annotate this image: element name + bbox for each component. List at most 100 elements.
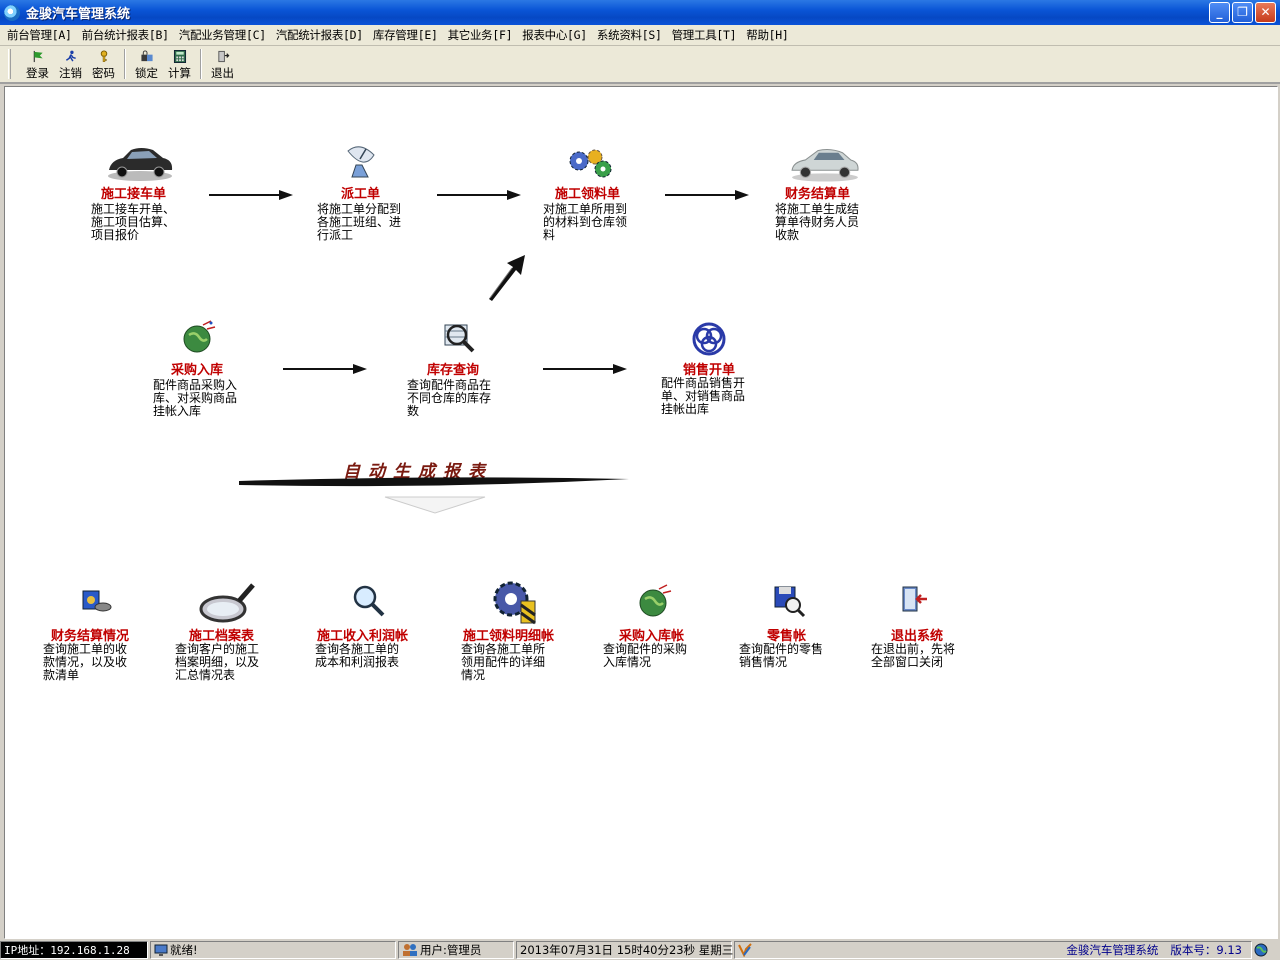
status-app-info: 金骏汽车管理系统 版本号：9.13 xyxy=(734,941,1252,959)
arrow-stock-to-material xyxy=(489,255,525,301)
window-title: 金骏汽车管理系统 xyxy=(26,7,131,22)
reception-title: 施工接车单 xyxy=(101,187,167,202)
arrow-reception-to-dispatch xyxy=(209,190,293,200)
auto-report-banner: 自动生成报表 xyxy=(235,451,635,517)
dispatch-title: 派工单 xyxy=(341,187,381,202)
toolbar-grip[interactable] xyxy=(8,49,11,79)
globe-icon xyxy=(183,320,216,353)
finance-desc: 查询施工单的收 款情况，以及收 款清单 xyxy=(43,642,128,682)
safe-icon xyxy=(82,590,112,612)
material-desc: 对施工单所用到 的材料到仓库领料 xyxy=(543,202,628,242)
status-globe xyxy=(1254,941,1270,959)
black-car-icon xyxy=(108,148,173,181)
magnifier-icon xyxy=(199,583,255,623)
logout-button[interactable]: 注销 xyxy=(54,47,87,81)
menu-bar: 前台管理[A] 前台统计报表[B] 汽配业务管理[C] 汽配统计报表[D] 库存… xyxy=(0,25,1280,46)
restore-button[interactable]: ❐ xyxy=(1232,2,1253,23)
toolbar-separator xyxy=(124,49,126,79)
node-settlement[interactable]: 财务结算单 将施工单生成结 算单待财务人员 收款 xyxy=(773,137,893,247)
node-dispatch[interactable]: 派工单 将施工单分配到 各施工班组、进 行派工 xyxy=(315,137,435,247)
window-controls: _ ❐ ✕ xyxy=(1209,2,1276,23)
app-logo-icon xyxy=(4,4,20,21)
key-icon xyxy=(100,50,107,62)
node-reception[interactable]: 施工接车单 施工接车开单、 施工项目估算、 项目报价 xyxy=(89,137,209,247)
report-archive[interactable]: 施工档案表 查询客户的施工 档案明细，以及 汇总情况表 xyxy=(173,581,293,691)
globe-icon xyxy=(639,584,672,617)
toolbar-separator-2 xyxy=(200,49,202,79)
report-profit[interactable]: 施工收入利润帐 查询各施工单的 成本和利润报表 xyxy=(313,583,433,693)
banner-swoosh xyxy=(239,477,629,514)
node-purchase[interactable]: 采购入库 配件商品采购入 库、对采购商品 挂帐入库 xyxy=(151,317,271,427)
arrow-purchase-to-stock xyxy=(283,364,367,374)
menu-inventory[interactable]: 库存管理[E] xyxy=(368,27,443,43)
globe-icon xyxy=(1254,943,1268,957)
stock-title: 库存查询 xyxy=(427,363,480,378)
calc-button[interactable]: 计算 xyxy=(163,47,196,81)
disk-search-icon xyxy=(774,586,806,618)
menu-report-center[interactable]: 报表中心[G] xyxy=(517,27,592,43)
menu-admin-tools[interactable]: 管理工具[T] xyxy=(667,27,742,43)
node-material[interactable]: 施工领料单 对施工单所用到 的材料到仓库领料 xyxy=(541,137,661,247)
running-man-icon xyxy=(65,50,76,62)
status-ready: 就绪! xyxy=(150,941,396,959)
settlement-title: 财务结算单 xyxy=(785,187,851,202)
menu-help[interactable]: 帮助[H] xyxy=(741,27,793,43)
purchase-ledger-desc: 查询配件的采购 入库情况 xyxy=(603,642,688,669)
password-button[interactable]: 密码 xyxy=(87,47,120,81)
app-window: 金骏汽车管理系统 _ ❐ ✕ 前台管理[A] 前台统计报表[B] 汽配业务管理[… xyxy=(0,0,1280,960)
report-retail[interactable]: 零售帐 查询配件的零售 销售情况 xyxy=(737,583,857,693)
title-bar[interactable]: 金骏汽车管理系统 _ ❐ ✕ xyxy=(0,0,1280,25)
close-button[interactable]: ✕ xyxy=(1255,2,1276,23)
calculator-icon xyxy=(173,50,186,63)
purchase-title: 采购入库 xyxy=(171,363,224,378)
menu-parts-reports[interactable]: 汽配统计报表[D] xyxy=(271,27,368,43)
dispatch-desc: 将施工单分配到 各施工班组、进 行派工 xyxy=(317,202,402,242)
status-datetime: 2013年07月31日 15时40分23秒 星期三 xyxy=(516,941,733,959)
exit-button[interactable]: 退出 xyxy=(206,47,239,81)
monitor-icon xyxy=(154,944,168,956)
report-exit[interactable]: 退出系统 在退出前，先将 全部窗口关闭 xyxy=(871,583,991,693)
status-bar: IP地址：192.168.1.28 就绪! 用户:管理员 2013年07月31日… xyxy=(0,940,1280,960)
archive-desc: 查询客户的施工 档案明细，以及 汇总情况表 xyxy=(175,642,260,682)
exit-desc: 在退出前，先将 全部窗口关闭 xyxy=(871,642,956,669)
search-icon xyxy=(353,585,385,617)
arrow-stock-to-sales xyxy=(543,364,627,374)
status-ip: IP地址：192.168.1.28 xyxy=(0,941,148,959)
main-canvas: 施工接车单 施工接车开单、 施工项目估算、 项目报价 派工单 将施工单分配到 各施工班… xyxy=(4,86,1278,939)
gear-warning-icon xyxy=(493,581,536,625)
status-user: 用户:管理员 xyxy=(398,941,514,959)
sales-desc: 配件商品销售开 单、对销售商品 挂帐出库 xyxy=(661,376,746,416)
node-sales[interactable]: 销售开单 配件商品销售开 单、对销售商品 挂帐出库 xyxy=(659,319,779,429)
door-exit-icon xyxy=(217,50,229,63)
node-stock[interactable]: 库存查询 查询配件商品在 不同仓库的库存数 xyxy=(405,317,525,427)
gears-icon xyxy=(569,149,612,178)
reception-desc: 施工接车开单、 施工项目估算、 项目报价 xyxy=(91,202,176,242)
flag-icon xyxy=(33,50,43,63)
menu-front-reports[interactable]: 前台统计报表[B] xyxy=(77,27,174,43)
stock-desc: 查询配件商品在 不同仓库的库存数 xyxy=(407,378,492,418)
material-title: 施工领料单 xyxy=(555,187,621,202)
arrow-dispatch-to-material xyxy=(437,190,521,200)
material-detail-desc: 查询各施工单所 领用配件的详细 情况 xyxy=(461,642,546,682)
login-button[interactable]: 登录 xyxy=(21,47,54,81)
status-app-name: 金骏汽车管理系统 xyxy=(1066,943,1159,957)
menu-other-business[interactable]: 其它业务[F] xyxy=(443,27,518,43)
menu-system-data[interactable]: 系统资料[S] xyxy=(592,27,667,43)
report-material-detail[interactable]: 施工领料明细帐 查询各施工单所 领用配件的详细 情况 xyxy=(459,579,589,689)
retail-desc: 查询配件的零售 销售情况 xyxy=(739,642,824,669)
toolbar: 登录 注销 密码 锁定 计算 退出 xyxy=(0,46,1280,84)
lock-button[interactable]: 锁定 xyxy=(130,47,163,81)
knot-icon xyxy=(692,322,726,356)
arrow-material-to-settlement xyxy=(665,190,749,200)
app-mark-icon xyxy=(738,943,752,957)
report-purchase-ledger[interactable]: 采购入库帐 查询配件的采购 入库情况 xyxy=(601,583,721,693)
magnifier-table-icon xyxy=(444,324,475,353)
menu-front-desk[interactable]: 前台管理[A] xyxy=(2,27,77,43)
menu-parts-business[interactable]: 汽配业务管理[C] xyxy=(174,27,271,43)
lock-icon xyxy=(140,50,153,62)
users-icon xyxy=(403,944,417,956)
report-finance[interactable]: 财务结算情况 查询施工单的收 款情况，以及收 款清单 xyxy=(41,583,161,693)
purchase-desc: 配件商品采购入 库、对采购商品 挂帐入库 xyxy=(153,378,238,418)
exit-door-icon xyxy=(902,586,927,612)
minimize-button[interactable]: _ xyxy=(1209,2,1230,23)
